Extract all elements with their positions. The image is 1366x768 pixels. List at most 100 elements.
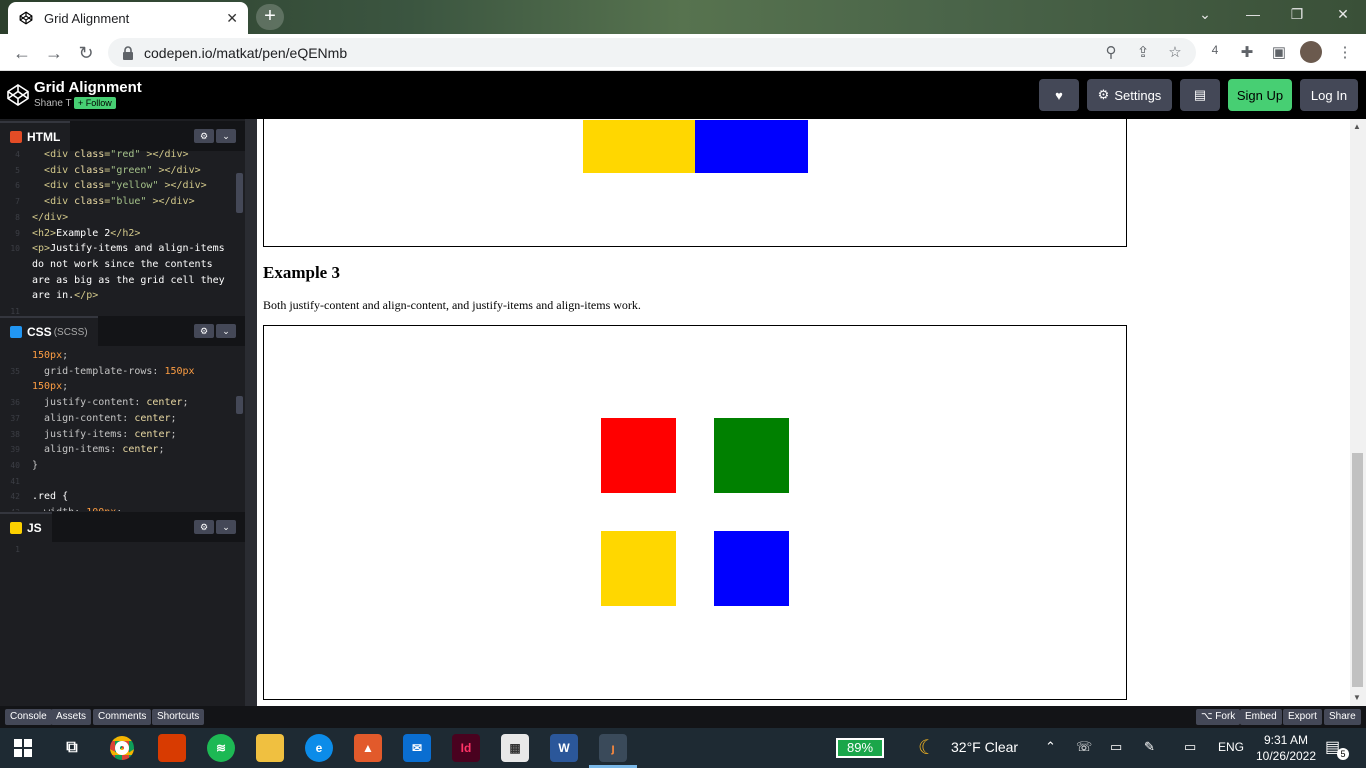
comments-button[interactable]: Comments [93,709,152,725]
close-tab-icon[interactable]: ✕ [226,10,238,27]
assets-button[interactable]: Assets [51,709,92,725]
tab-search-icon[interactable]: ⌄ [1190,6,1220,23]
extensions-puzzle-icon[interactable]: ✚ [1236,43,1258,61]
code-token: ; [170,412,177,424]
clock-time: 9:31 AM [1263,733,1309,747]
line-number: 37 [10,413,20,423]
word-app-icon[interactable]: W [550,734,578,762]
profile-avatar[interactable] [1300,41,1322,67]
code-token: ></div> [158,180,207,192]
bookmark-star-icon[interactable]: ☆ [1164,43,1186,61]
line-number: 43 [8,505,20,511]
code-token: 150px [32,381,63,393]
html-editor-label: HTML [27,130,61,144]
active-app-icon[interactable]: ȷ [599,734,627,762]
html-settings-icon[interactable]: ⚙ [194,129,214,143]
js-collapse-icon[interactable]: ⌄ [216,520,236,534]
code-line: 150px; [32,379,68,395]
weather-text[interactable]: 32°F Clear [951,739,1018,755]
office-app-icon[interactable] [158,734,186,762]
battery-indicator[interactable]: 89% [836,738,884,758]
codepen-logo-icon[interactable] [6,83,30,107]
code-token: </div> [32,211,69,223]
extension-badge[interactable]: 4 [1204,43,1226,57]
browser-menu-icon[interactable]: ⋮ [1334,43,1356,61]
preview-frame: Example 3 Both justify-content and align… [257,119,1366,706]
scroll-down-arrow-icon[interactable]: ▼ [1353,693,1361,702]
js-icon [10,522,22,534]
meet-icon[interactable]: ☏ [1076,739,1092,755]
pen-icon[interactable]: ✎ [1144,739,1155,755]
code-token: </p> [74,290,99,302]
reload-icon[interactable]: ↻ [74,42,98,64]
login-button[interactable]: Log In [1300,79,1358,111]
spotify-app-icon[interactable]: ≋ [207,734,235,762]
html-code[interactable]: 4 <div class="red" ></div> 5 <div class="… [0,147,245,315]
css-scrollbar[interactable] [236,396,243,414]
fork-button[interactable]: ⌥ Fork [1196,709,1241,725]
codepen-footer: Console Assets Comments Shortcuts ⌥ Fork… [0,706,1366,728]
code-token: .red { [32,491,69,503]
windows-start-icon[interactable] [14,739,32,757]
signup-button[interactable]: Sign Up [1228,79,1292,111]
resize-handle[interactable] [245,119,257,706]
code-line: align-items: center; [32,442,164,458]
task-view-icon[interactable]: ⧉ [58,734,86,762]
indesign-app-icon[interactable]: Id [452,734,480,762]
css-settings-icon[interactable]: ⚙ [194,324,214,338]
share-button[interactable]: Share [1324,709,1361,725]
code-line: .red { [32,489,68,505]
embed-button[interactable]: Embed [1240,709,1282,725]
preview-scrollbar[interactable]: ▲ ▼ [1350,119,1366,706]
css-collapse-icon[interactable]: ⌄ [216,324,236,338]
edge-app-icon[interactable]: e [305,734,333,762]
code-token: Justify-items and align-items [50,243,225,255]
code-token: <p> [32,243,51,255]
shortcuts-button[interactable]: Shortcuts [152,709,205,725]
forward-arrow-icon[interactable]: → [42,42,66,64]
preview-scroll-thumb[interactable] [1352,453,1363,687]
line-number: 7 [15,197,20,207]
show-hidden-icons-icon[interactable]: ⌃ [1045,739,1056,755]
heart-button[interactable]: ♥ [1039,79,1079,111]
app-icon[interactable]: ▲ [354,734,382,762]
layout-button[interactable]: ▤ [1180,79,1220,111]
maximize-button[interactable]: ❐ [1282,6,1312,23]
new-tab-button[interactable]: + [256,4,284,30]
battery-icon[interactable]: ▭ [1110,739,1122,755]
html-collapse-icon[interactable]: ⌄ [216,129,236,143]
language-indicator[interactable]: ENG [1218,740,1244,754]
js-settings-icon[interactable]: ⚙ [194,520,214,534]
file-explorer-icon[interactable] [256,734,284,762]
scroll-up-arrow-icon[interactable]: ▲ [1353,122,1361,131]
css-code[interactable]: 150px; 35 grid-template-rows: 150px 150px;… [0,348,245,511]
pen-author[interactable]: Shane T [34,98,72,109]
export-button[interactable]: Export [1283,709,1322,725]
chrome-app-icon[interactable] [108,734,136,762]
code-token: class [74,164,105,176]
browser-tab[interactable]: Grid Alignment ✕ [8,2,248,34]
js-editor-tab[interactable]: JS [0,512,52,542]
css-editor-tab[interactable]: CSS (SCSS) [0,316,98,346]
code-line: <h2>Example 2</h2> [32,226,140,242]
settings-button[interactable]: ⚙ Settings [1087,79,1172,111]
minimize-button[interactable]: — [1238,6,1268,22]
store-app-icon[interactable]: ▦ [501,734,529,762]
address-bar[interactable]: codepen.io/matkat/pen/eQENmb [108,38,1196,67]
mail-app-icon[interactable]: ✉ [403,734,431,762]
gear-icon: ⚙ [1097,87,1110,102]
js-code[interactable]: 1 [0,542,245,702]
network-icon[interactable]: ▭ [1184,739,1196,755]
html-scrollbar[interactable] [236,173,243,213]
example3-description: Both justify-content and align-content, … [263,298,641,312]
console-button[interactable]: Console [5,709,52,725]
zoom-icon[interactable]: ⚲ [1100,43,1122,61]
css-editor-sublabel: (SCSS) [53,326,88,338]
close-window-button[interactable]: ✕ [1328,6,1358,23]
back-arrow-icon[interactable]: ← [10,42,34,64]
side-panel-icon[interactable]: ▣ [1268,43,1290,61]
clock[interactable]: 9:31 AM 10/26/2022 [1248,732,1324,764]
follow-button[interactable]: + Follow [74,97,116,109]
share-page-icon[interactable]: ⇪ [1132,43,1154,61]
code-token: <h2> [32,227,57,239]
